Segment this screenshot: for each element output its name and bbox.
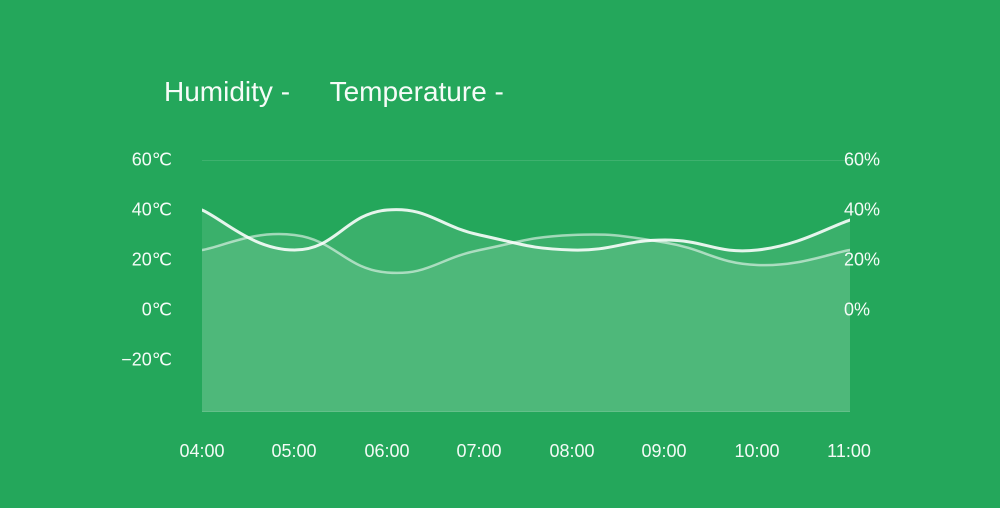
y-right-tick: 0%: [844, 300, 904, 321]
x-tick: 06:00: [364, 441, 409, 462]
x-tick: 08:00: [549, 441, 594, 462]
x-tick: 10:00: [734, 441, 779, 462]
chart-legend: Humidity - Temperature -: [164, 76, 504, 108]
y-left-tick: 60℃: [112, 150, 172, 171]
chart-plot-area: [202, 160, 850, 412]
y-left-tick: 0℃: [112, 300, 172, 321]
x-tick: 05:00: [271, 441, 316, 462]
x-tick: 11:00: [827, 441, 871, 462]
y-right-tick: 40%: [844, 200, 904, 221]
legend-humidity: Humidity -: [164, 76, 290, 108]
y-left-tick: −20℃: [112, 350, 172, 371]
y-right-tick: 20%: [844, 250, 904, 271]
x-tick: 09:00: [641, 441, 686, 462]
y-right-tick: 60%: [844, 150, 904, 171]
humidity-temperature-chart: 60℃ 40℃ 20℃ 0℃ −20℃ 60% 40% 20% 0% 04:00…: [122, 160, 892, 460]
legend-temperature: Temperature -: [330, 76, 504, 108]
y-left-tick: 40℃: [112, 200, 172, 221]
x-tick: 07:00: [456, 441, 501, 462]
y-left-tick: 20℃: [112, 250, 172, 271]
x-tick: 04:00: [179, 441, 224, 462]
